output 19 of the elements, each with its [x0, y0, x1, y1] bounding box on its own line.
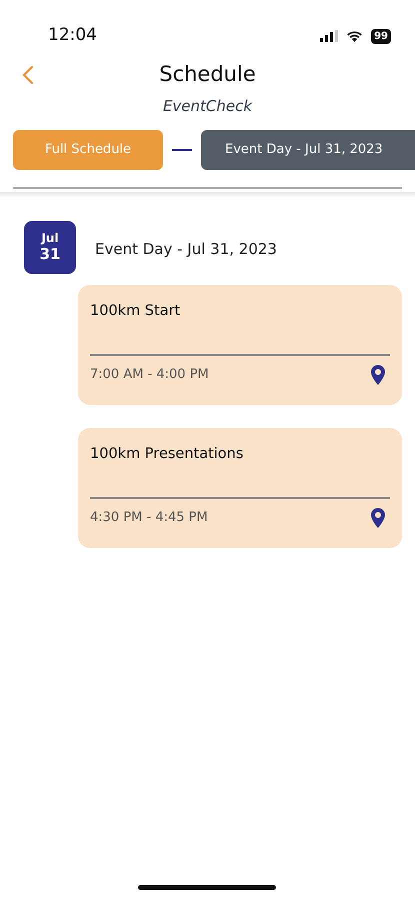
event-card[interactable]: 100km Presentations 4:30 PM - 4:45 PM	[78, 428, 402, 548]
event-time: 7:00 AM - 4:00 PM	[90, 366, 209, 384]
date-month: Jul	[41, 232, 59, 246]
event-title: 100km Presentations	[90, 445, 244, 464]
location-pin-icon[interactable]	[371, 508, 385, 528]
wifi-icon	[346, 30, 364, 42]
battery-level: 99	[371, 28, 391, 44]
event-title: 100km Start	[90, 302, 182, 321]
app-subtitle: EventCheck	[162, 97, 252, 115]
location-pin-icon[interactable]	[371, 364, 385, 385]
filter-tab[interactable]: Event Day - Jul 31, 2023	[201, 130, 415, 170]
connector-line	[172, 149, 192, 151]
date-number: 31	[40, 246, 60, 264]
event-card[interactable]: 100km Start 7:00 AM - 4:00 PM	[78, 285, 402, 405]
event-time: 4:30 PM - 4:45 PM	[90, 509, 208, 527]
day-heading: Event Day - Jul 31, 2023	[95, 239, 277, 260]
page-title: Schedule	[159, 61, 256, 88]
clock-time: 12:04	[48, 24, 97, 48]
signal-icon	[320, 30, 338, 42]
